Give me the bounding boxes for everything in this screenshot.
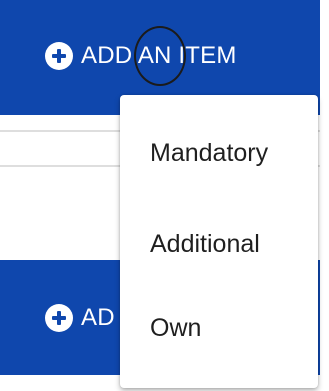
add-item-dropdown-menu: Mandatory Additional Own [120, 95, 318, 388]
menu-item-mandatory[interactable]: Mandatory [150, 139, 268, 168]
click-indicator [134, 26, 186, 86]
plus-circle-icon [45, 304, 73, 332]
menu-item-additional[interactable]: Additional [150, 230, 260, 259]
add-item-button-secondary[interactable]: AD [45, 304, 115, 332]
menu-item-own[interactable]: Own [150, 314, 201, 343]
add-item-label-secondary: AD [81, 304, 115, 331]
plus-circle-icon [45, 42, 73, 70]
